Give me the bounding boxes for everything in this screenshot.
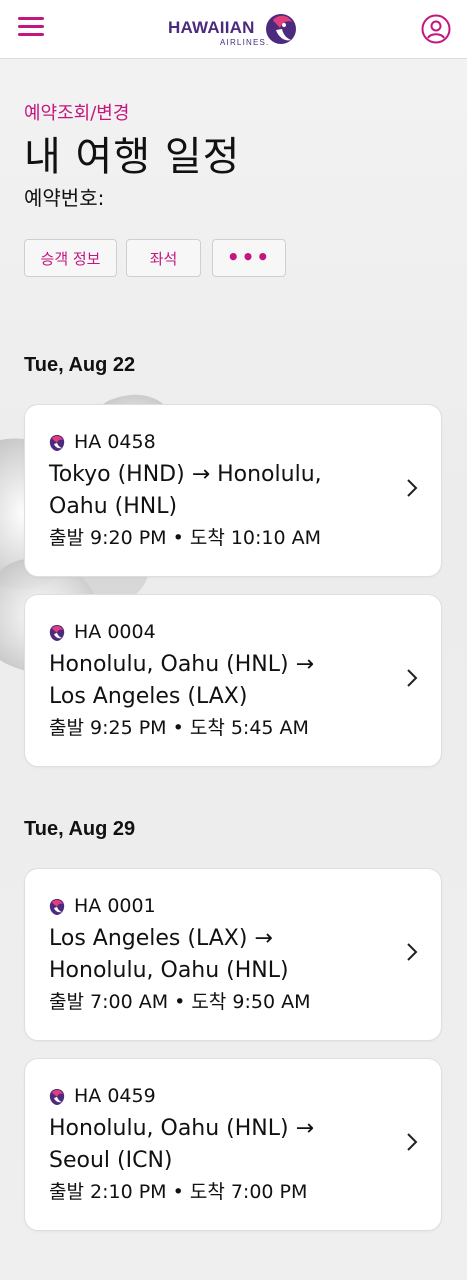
chevron-right-icon	[407, 943, 418, 961]
hawaiian-airlines-logo[interactable]: HAWAIIAN AIRLINES.	[168, 10, 300, 50]
flight-number: HA 0004	[74, 621, 156, 643]
flight-card[interactable]: HA 0004 Honolulu, Oahu (HNL) → Los Angel…	[24, 594, 442, 767]
flight-card[interactable]: HA 0001 Los Angeles (LAX) → Honolulu, Oa…	[24, 868, 442, 1041]
date-heading: Tue, Aug 22	[24, 354, 136, 376]
flight-times: 출발 9:25 PM • 도착 5:45 AM	[49, 717, 309, 739]
chevron-right-icon	[407, 479, 418, 497]
flight-number: HA 0001	[74, 895, 156, 917]
logo-wordmark: HAWAIIAN	[168, 18, 255, 37]
itinerary-page: HAWAIIAN AIRLINES. 예약조회/변경 내 여행 일정 예약번호:…	[0, 0, 467, 1280]
flight-card[interactable]: HA 0458 Tokyo (HND) → Honolulu, Oahu (HN…	[24, 404, 442, 577]
flight-route: Honolulu, Oahu (HNL) → Los Angeles (LAX)	[49, 649, 369, 713]
page-title: 내 여행 일정	[24, 134, 241, 180]
top-app-bar: HAWAIIAN AIRLINES.	[0, 0, 467, 59]
hawaiian-airlines-logo-icon	[49, 435, 65, 451]
route-line-2: Oahu (HNL)	[49, 494, 178, 519]
chevron-right-icon	[407, 669, 418, 687]
more-options-button[interactable]: •••	[212, 239, 286, 277]
flight-times: 출발 7:00 AM • 도착 9:50 AM	[49, 991, 311, 1013]
flight-times: 출발 9:20 PM • 도착 10:10 AM	[49, 527, 322, 549]
seats-button[interactable]: 좌석	[126, 239, 201, 277]
route-line-2: Honolulu, Oahu (HNL)	[49, 958, 289, 983]
flight-number: HA 0458	[74, 431, 156, 453]
hawaiian-airlines-logo-icon	[49, 625, 65, 641]
hamburger-menu-icon[interactable]	[18, 17, 44, 41]
hawaiian-airlines-logo-icon	[49, 899, 65, 915]
route-line-1: Tokyo (HND) → Honolulu,	[49, 462, 322, 487]
flight-route: Tokyo (HND) → Honolulu, Oahu (HNL)	[49, 459, 369, 523]
pualani-logo-icon	[266, 14, 296, 44]
user-profile-icon[interactable]	[421, 14, 451, 44]
logo-subtext: AIRLINES.	[220, 38, 270, 47]
flight-number: HA 0459	[74, 1085, 156, 1107]
route-line-1: Honolulu, Oahu (HNL) →	[49, 652, 315, 677]
flight-route: Honolulu, Oahu (HNL) → Seoul (ICN)	[49, 1113, 369, 1177]
route-line-2: Los Angeles (LAX)	[49, 684, 248, 709]
route-line-1: Honolulu, Oahu (HNL) →	[49, 1116, 315, 1141]
flight-times: 출발 2:10 PM • 도착 7:00 PM	[49, 1181, 308, 1203]
flight-route: Los Angeles (LAX) → Honolulu, Oahu (HNL)	[49, 923, 369, 987]
confirmation-number-label: 예약번호:	[24, 186, 105, 210]
hawaiian-airlines-logo-icon	[49, 1089, 65, 1105]
passenger-info-button[interactable]: 승객 정보	[24, 239, 117, 277]
flight-card[interactable]: HA 0459 Honolulu, Oahu (HNL) → Seoul (IC…	[24, 1058, 442, 1231]
breadcrumb-manage-trip[interactable]: 예약조회/변경	[24, 99, 129, 125]
route-line-1: Los Angeles (LAX) →	[49, 926, 273, 951]
chevron-right-icon	[407, 1133, 418, 1151]
date-heading: Tue, Aug 29	[24, 818, 136, 840]
route-line-2: Seoul (ICN)	[49, 1148, 173, 1173]
